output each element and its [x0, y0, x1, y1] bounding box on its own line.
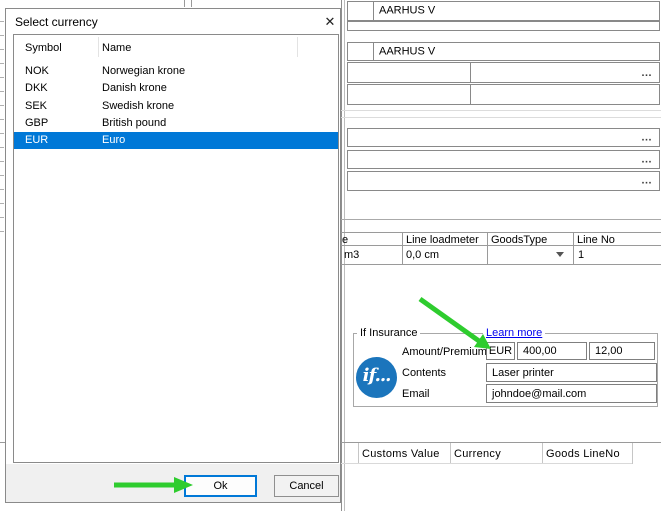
goods-header-partial: e: [342, 234, 348, 246]
column-divider: [297, 37, 298, 57]
customs-value-header: Customs Value: [362, 448, 440, 460]
separator-line: [341, 117, 661, 118]
ellipsis-button[interactable]: …: [641, 173, 653, 190]
contents-field[interactable]: Laser printer: [486, 363, 657, 382]
column-divider: [98, 37, 99, 57]
station-field-2-value: AARHUS V: [379, 43, 435, 60]
groove-line: [341, 219, 661, 220]
row-symbol: DKK: [25, 80, 48, 97]
goods-header-loadmeter: Line loadmeter: [406, 234, 479, 246]
customs-table-border: [340, 463, 632, 464]
customs-table-border: [358, 443, 359, 464]
app-screen: AARHUS V AARHUS V … … … … e Line loadmet…: [0, 0, 661, 511]
split-field-left-2[interactable]: [347, 84, 471, 105]
contents-value: Laser printer: [492, 367, 554, 379]
row-symbol: GBP: [25, 115, 48, 132]
insurance-amount-value: 400,00: [523, 345, 557, 357]
email-label: Email: [402, 388, 430, 400]
station-field-2[interactable]: AARHUS V: [373, 42, 660, 61]
background-grid-sliver: [0, 8, 4, 242]
row-symbol: NOK: [25, 63, 49, 80]
currency-row-eur-selected[interactable]: EUR Euro: [14, 132, 338, 149]
row-symbol: SEK: [25, 98, 47, 115]
email-value: johndoe@mail.com: [492, 388, 586, 400]
goods-table-border: [573, 232, 574, 264]
row-name: Euro: [102, 132, 125, 149]
currency-header: Currency: [454, 448, 501, 460]
goods-cell-lineno: 1: [578, 249, 584, 261]
customs-table-border: [542, 443, 543, 464]
currency-row-dkk[interactable]: DKK Danish krone: [14, 80, 338, 97]
goods-table-border: [340, 232, 661, 233]
currency-list[interactable]: Symbol Name NOK Norwegian krone DKK Dani…: [13, 34, 339, 463]
insurance-premium-value: 12,00: [595, 345, 623, 357]
empty-row-field[interactable]: [347, 21, 660, 31]
background-column-tick: [191, 0, 192, 7]
customs-table-border: [632, 443, 633, 464]
insurance-currency-value: EUR: [489, 345, 512, 357]
insurance-amount-field[interactable]: 400,00: [517, 342, 587, 360]
email-field[interactable]: johndoe@mail.com: [486, 384, 657, 403]
split-field-right-2[interactable]: [470, 84, 660, 105]
goods-cell-partial: m3: [344, 249, 359, 261]
background-column-tick: [184, 0, 185, 7]
column-header-name: Name: [102, 42, 131, 54]
goods-table-border: [487, 232, 488, 264]
currency-row-gbp[interactable]: GBP British pound: [14, 115, 338, 132]
insurance-premium-field[interactable]: 12,00: [589, 342, 655, 360]
insurance-currency-field[interactable]: EUR: [486, 342, 515, 360]
currency-row-nok[interactable]: NOK Norwegian krone: [14, 63, 338, 80]
lookup-field-3[interactable]: …: [347, 171, 660, 191]
dialog-title: Select currency: [15, 15, 98, 29]
separator-line: [341, 110, 661, 111]
insurance-group-label: If Insurance: [357, 327, 420, 339]
ok-button[interactable]: Ok: [184, 475, 257, 497]
customs-table-border: [340, 442, 661, 443]
goods-cell-loadmeter: 0,0 cm: [406, 249, 439, 261]
column-header-symbol: Symbol: [25, 42, 62, 54]
row-symbol: EUR: [25, 132, 48, 149]
ellipsis-button[interactable]: …: [641, 67, 653, 79]
learn-more-link[interactable]: Learn more: [483, 327, 545, 339]
station-code-cell-2[interactable]: [347, 42, 374, 61]
row-name: Swedish krone: [102, 98, 174, 115]
select-currency-dialog: Select currency ✕ Symbol Name NOK Norweg…: [5, 8, 341, 503]
form-left-border: [341, 0, 342, 511]
split-field-right-1[interactable]: …: [470, 62, 660, 83]
station-field-1-value: AARHUS V: [379, 3, 435, 20]
row-name: Danish krone: [102, 80, 167, 97]
customs-table-border: [450, 443, 451, 464]
row-name: Norwegian krone: [102, 63, 185, 80]
cancel-button[interactable]: Cancel: [274, 475, 339, 497]
row-name: British pound: [102, 115, 166, 132]
split-field-left-1[interactable]: [347, 62, 471, 83]
close-icon[interactable]: ✕: [320, 12, 340, 32]
station-code-cell-1[interactable]: [347, 1, 374, 21]
goods-header-lineno: Line No: [577, 234, 615, 246]
lookup-field-2[interactable]: …: [347, 150, 660, 169]
if-insurance-logo: if...: [356, 357, 397, 398]
goods-lineno-header: Goods LineNo: [546, 448, 620, 460]
ellipsis-button[interactable]: …: [641, 129, 653, 146]
currency-row-sek[interactable]: SEK Swedish krone: [14, 98, 338, 115]
amount-premium-label: Amount/Premium: [402, 346, 487, 358]
goods-header-goodstype: GoodsType: [491, 234, 547, 246]
lookup-field-1[interactable]: …: [347, 128, 660, 147]
station-field-1[interactable]: AARHUS V: [373, 1, 660, 21]
dropdown-arrow-icon: [556, 252, 564, 257]
goods-table-border: [340, 264, 661, 265]
goods-table-border: [402, 232, 403, 264]
contents-label: Contents: [402, 367, 446, 379]
ellipsis-button[interactable]: …: [641, 151, 653, 168]
